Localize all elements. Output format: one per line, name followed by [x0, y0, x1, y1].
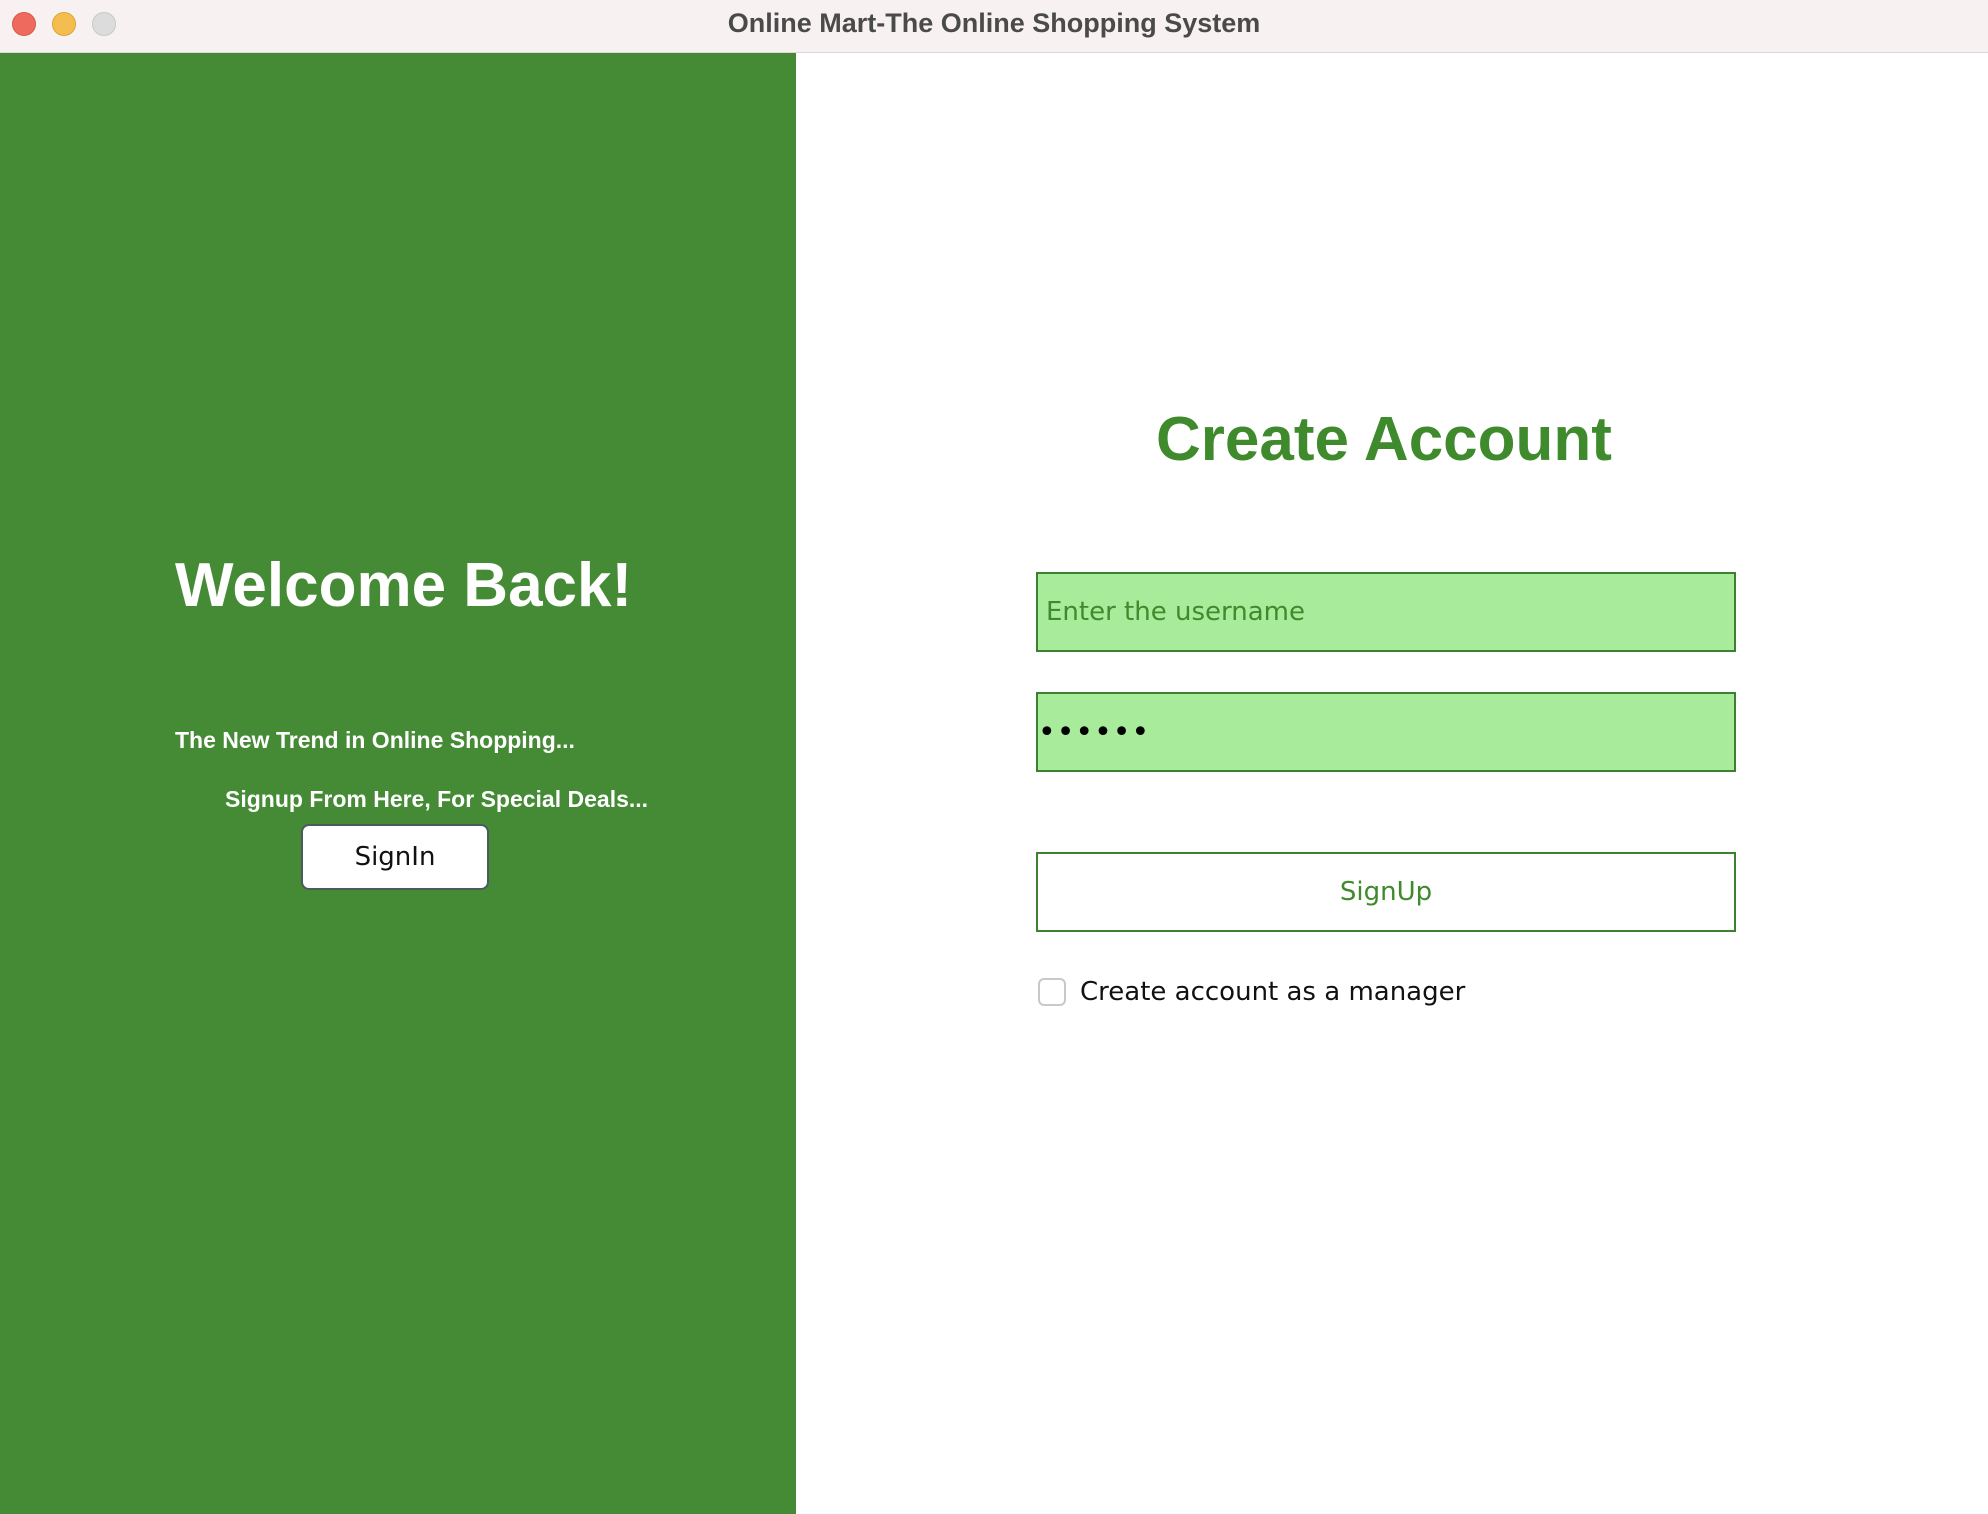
- username-input[interactable]: [1038, 574, 1734, 650]
- create-account-heading: Create Account: [1156, 405, 1612, 474]
- password-field[interactable]: [1036, 692, 1736, 772]
- create-account-panel: [796, 53, 1988, 1514]
- welcome-heading: Welcome Back!: [175, 551, 633, 620]
- title-bar: Online Mart-The Online Shopping System: [0, 0, 1988, 53]
- welcome-panel: [0, 53, 796, 1514]
- manager-checkbox[interactable]: [1038, 978, 1066, 1006]
- manager-checkbox-label[interactable]: Create account as a manager: [1080, 977, 1465, 1007]
- signin-button[interactable]: SignIn: [301, 824, 489, 890]
- username-field[interactable]: [1036, 572, 1736, 652]
- window-title: Online Mart-The Online Shopping System: [727, 8, 1261, 38]
- app-window: Online Mart-The Online Shopping System W…: [0, 0, 1988, 1514]
- signup-button[interactable]: SignUp: [1036, 852, 1736, 932]
- password-input[interactable]: [1038, 694, 1734, 770]
- manager-checkbox-row[interactable]: Create account as a manager: [1038, 975, 1465, 1009]
- welcome-tagline: The New Trend in Online Shopping...: [175, 727, 575, 753]
- welcome-subline: Signup From Here, For Special Deals...: [225, 786, 649, 812]
